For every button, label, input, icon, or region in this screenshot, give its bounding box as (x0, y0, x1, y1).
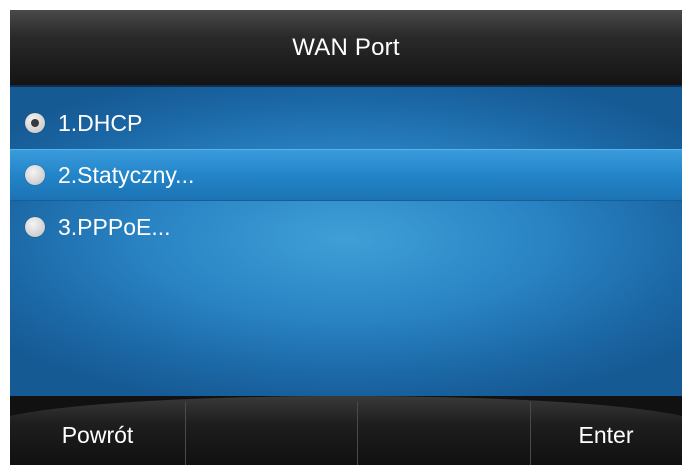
menu-item-label: 3.PPPoE... (58, 213, 171, 240)
page-title: WAN Port (292, 33, 400, 61)
softkey-3[interactable] (357, 396, 530, 465)
radio-selected-dot-icon (31, 119, 39, 127)
back-softkey-label: Powrót (61, 422, 134, 448)
softkey-2[interactable] (185, 396, 357, 465)
menu-item-label: 2.Statyczny... (58, 161, 195, 188)
enter-softkey-label: Enter (578, 422, 634, 448)
radio-button-icon[interactable] (25, 165, 45, 185)
radio-button-icon[interactable] (25, 217, 45, 237)
screen-title-bar: WAN Port (10, 10, 682, 85)
phone-screen: WAN Port 1.DHCP 2.Statyczny... 3.PPPoE..… (10, 10, 682, 465)
menu-item-dhcp[interactable]: 1.DHCP (10, 97, 682, 149)
enter-softkey[interactable]: Enter (530, 396, 682, 465)
radio-button-icon[interactable] (25, 113, 45, 133)
menu-list: 1.DHCP 2.Statyczny... 3.PPPoE... (10, 85, 682, 403)
softkey-bar: Powrót Enter (10, 396, 682, 465)
back-softkey[interactable]: Powrót (10, 396, 185, 465)
menu-item-label: 1.DHCP (58, 109, 143, 136)
menu-item-pppoe[interactable]: 3.PPPoE... (10, 201, 682, 253)
menu-item-static[interactable]: 2.Statyczny... (10, 149, 682, 201)
